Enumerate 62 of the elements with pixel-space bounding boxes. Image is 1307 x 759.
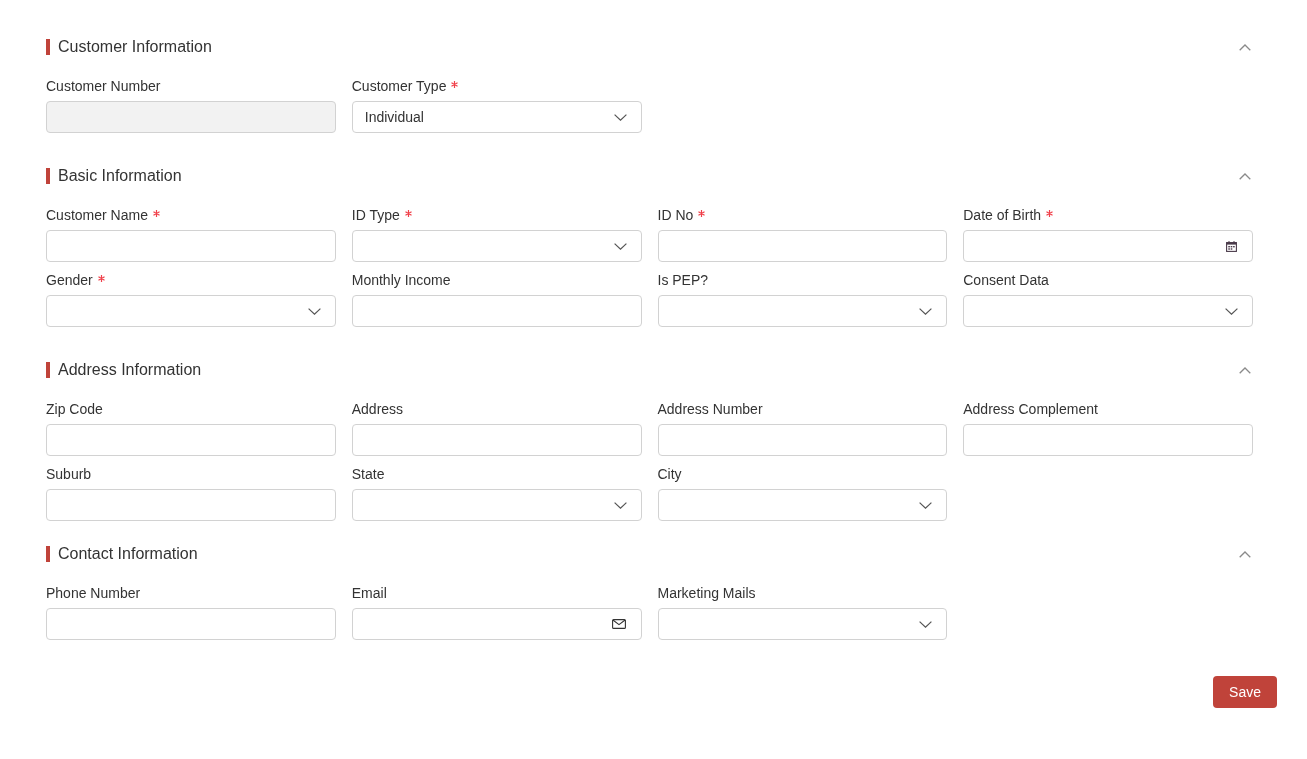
field-label: Marketing Mails: [657, 585, 756, 601]
caret-down-icon: [919, 620, 933, 628]
text-input[interactable]: [46, 424, 336, 456]
field-label: Address: [351, 401, 404, 417]
text-input[interactable]: [46, 608, 336, 640]
section-title: Address Information: [58, 360, 202, 380]
email-field[interactable]: [351, 608, 642, 640]
accent-bar-icon: [46, 39, 50, 55]
text-input[interactable]: [351, 424, 642, 456]
field-label: ID Type: [351, 207, 400, 223]
field-label: ID No: [657, 207, 694, 223]
dropdown[interactable]: [963, 295, 1253, 327]
field-label: Customer Number: [46, 78, 161, 94]
chevron-up-icon[interactable]: [1239, 366, 1251, 374]
text-input[interactable]: [46, 489, 336, 521]
text-input[interactable]: [657, 424, 948, 456]
caret-down-icon: [1225, 307, 1238, 315]
field-label: Is PEP?: [657, 272, 709, 288]
text-input[interactable]: [657, 230, 948, 262]
field-label: Customer Type: [351, 78, 447, 94]
text-input[interactable]: [351, 295, 642, 327]
field-label: State: [351, 466, 385, 482]
dropdown[interactable]: [657, 295, 948, 327]
save-button[interactable]: Save: [1213, 676, 1277, 708]
date-field[interactable]: [963, 230, 1253, 262]
field-label: City: [657, 466, 682, 482]
envelope-icon: [611, 619, 626, 629]
chevron-up-icon[interactable]: [1239, 43, 1251, 51]
field-label: Monthly Income: [351, 272, 451, 288]
field-label: Gender: [46, 272, 93, 288]
section-title: Contact Information: [58, 544, 198, 564]
dropdown[interactable]: [46, 295, 336, 327]
field-label: Email: [351, 585, 387, 601]
chevron-up-icon[interactable]: [1239, 172, 1251, 180]
dropdown[interactable]: [657, 489, 948, 521]
dropdown[interactable]: [351, 230, 642, 262]
field-label: Address Complement: [963, 401, 1098, 417]
dropdown[interactable]: Individual: [351, 101, 642, 133]
caret-down-icon: [613, 242, 627, 250]
accent-bar-icon: [46, 362, 50, 378]
field-label: Address Number: [657, 401, 763, 417]
caret-down-icon: [919, 501, 933, 509]
caret-down-icon: [307, 307, 321, 315]
field-label: Consent Data: [963, 272, 1049, 288]
calendar-icon: [1226, 240, 1237, 252]
caret-down-icon: [919, 307, 933, 315]
text-input[interactable]: [963, 424, 1253, 456]
dropdown[interactable]: [657, 608, 948, 640]
chevron-up-icon[interactable]: [1239, 550, 1251, 558]
section-title: Basic Information: [58, 166, 182, 186]
caret-down-icon: [613, 501, 627, 509]
field-label: Zip Code: [46, 401, 103, 417]
accent-bar-icon: [46, 546, 50, 562]
field-label: Customer Name: [46, 207, 148, 223]
caret-down-icon: [613, 113, 627, 121]
text-input[interactable]: [46, 230, 336, 262]
section-title: Customer Information: [58, 37, 212, 57]
field-label: Date of Birth: [963, 207, 1042, 223]
field-label: Suburb: [46, 466, 92, 482]
accent-bar-icon: [46, 168, 50, 184]
field-label: Phone Number: [46, 585, 141, 601]
dropdown[interactable]: [351, 489, 642, 521]
